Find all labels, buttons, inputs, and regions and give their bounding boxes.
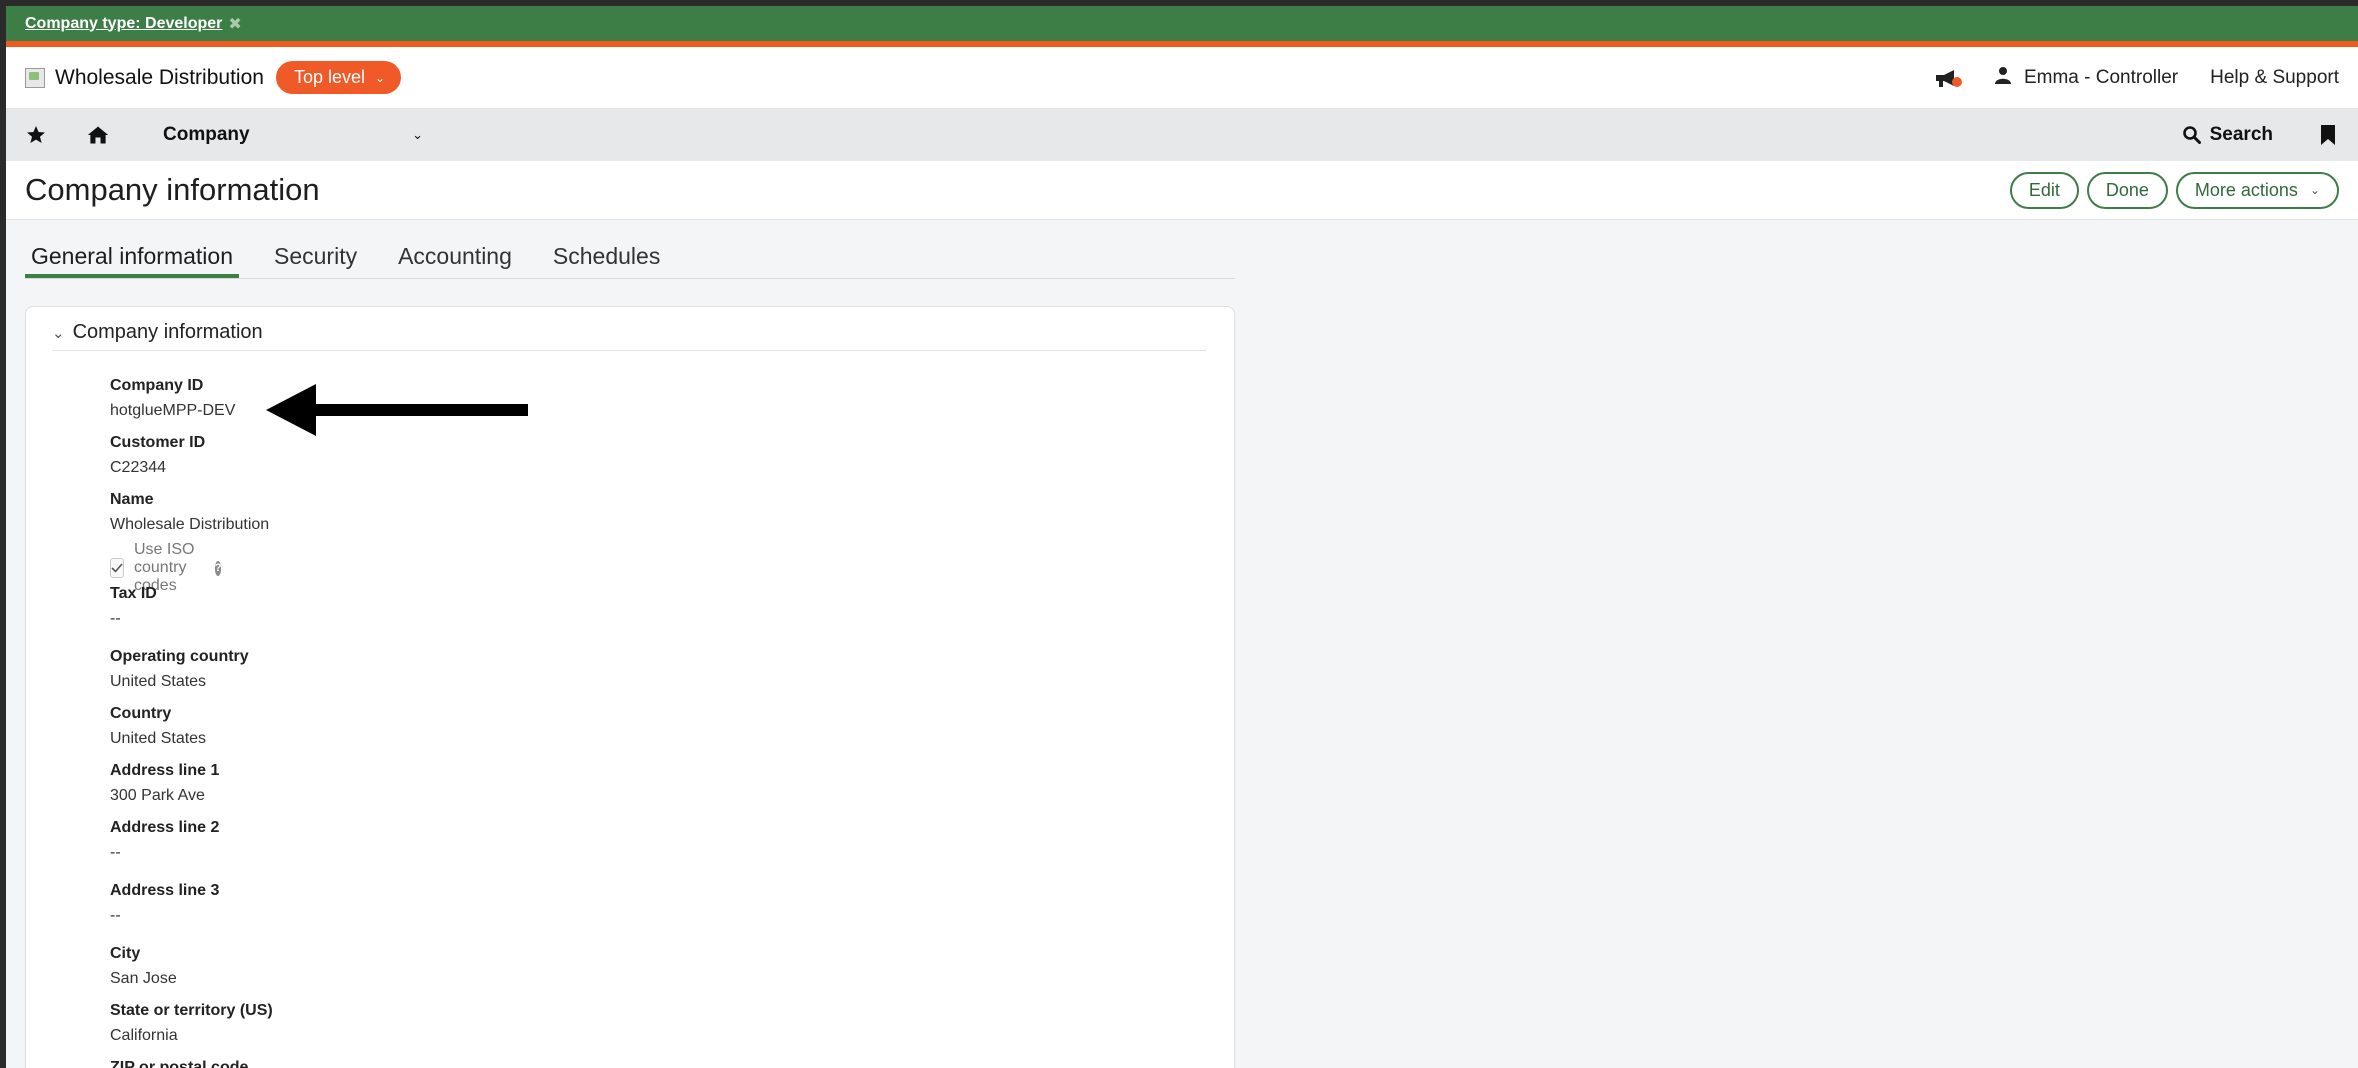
help-icon[interactable]: ? — [214, 560, 222, 576]
field-value: California — [110, 1027, 178, 1044]
field-name: Name Wholesale Distribution — [110, 491, 269, 534]
user-menu[interactable]: Emma - Controller — [1994, 66, 2178, 90]
annotation-arrow-icon — [266, 384, 528, 436]
entity-level-selector[interactable]: Top level ⌄ — [275, 61, 402, 94]
field-city: City San Jose — [110, 945, 177, 988]
field-label: Company ID — [110, 377, 204, 394]
company-type-link[interactable]: Company type: Developer — [25, 15, 222, 33]
company-information-card: ⌄ Company information Company ID hotglue… — [25, 306, 1235, 1068]
field-label: ZIP or postal code — [110, 1059, 249, 1068]
chevron-down-icon: ⌄ — [374, 70, 386, 85]
nav-bar: Company ⌄ Search — [6, 109, 2358, 161]
field-label: Address line 2 — [110, 819, 220, 836]
checkmark-icon — [111, 563, 123, 573]
company-logo-icon — [25, 67, 45, 88]
top-header: Wholesale Distribution Top level ⌄ Emma … — [6, 47, 2358, 109]
page-actions: Edit Done More actions ⌄ — [2009, 171, 2339, 209]
field-label: Customer ID — [110, 434, 206, 451]
search-icon — [2182, 126, 2201, 144]
section-header[interactable]: ⌄ Company information — [52, 321, 1206, 351]
more-actions-label: More actions — [2194, 179, 2298, 200]
nav-right: Search — [2182, 124, 2339, 146]
field-country: Country United States — [110, 705, 206, 748]
field-value: United States — [110, 730, 207, 747]
tab-security[interactable]: Security — [268, 243, 363, 278]
search-button[interactable]: Search — [2182, 124, 2273, 146]
field-state: State or territory (US) California — [110, 1002, 273, 1045]
user-name: Emma - Controller — [2023, 66, 2179, 88]
megaphone-icon[interactable] — [1934, 67, 1962, 89]
field-value: -- — [110, 907, 121, 924]
bookmark-icon[interactable] — [2317, 124, 2339, 146]
app-window: Company type: Developer ✖ Wholesale Dist… — [6, 6, 2358, 1068]
environment-banner: Company type: Developer ✖ — [6, 6, 2358, 47]
field-value: San Jose — [110, 970, 177, 987]
user-icon — [1994, 66, 2012, 90]
field-label: State or territory (US) — [110, 1002, 273, 1019]
field-label: Operating country — [110, 648, 249, 665]
page-header: Company information Edit Done More actio… — [6, 161, 2358, 220]
entity-level-label: Top level — [293, 67, 365, 87]
search-label: Search — [2209, 124, 2273, 145]
field-tax-id: Tax ID -- — [110, 585, 157, 628]
field-value: C22344 — [110, 459, 167, 476]
header-right: Emma - Controller Help & Support — [1934, 66, 2339, 90]
field-label: Address line 1 — [110, 762, 220, 779]
company-name[interactable]: Wholesale Distribution — [55, 66, 264, 90]
tab-accounting[interactable]: Accounting — [392, 243, 518, 278]
field-value: 300 Park Ave — [110, 787, 205, 804]
chevron-down-icon: ⌄ — [412, 127, 423, 142]
section-title: Company information — [72, 321, 263, 343]
home-icon[interactable] — [87, 124, 109, 146]
field-value: -- — [110, 610, 121, 627]
field-address-line-3: Address line 3 -- — [110, 882, 219, 925]
field-company-id: Company ID hotglueMPP-DEV — [110, 377, 235, 420]
field-value: -- — [110, 844, 121, 861]
field-value: Wholesale Distribution — [110, 516, 270, 533]
field-label: Name — [110, 491, 154, 508]
done-button[interactable]: Done — [2086, 171, 2168, 209]
field-zip: ZIP or postal code — [110, 1059, 248, 1068]
chevron-down-icon: ⌄ — [2309, 183, 2320, 197]
iso-country-codes-checkbox[interactable] — [110, 558, 124, 578]
field-value: United States — [110, 673, 207, 690]
field-label: Country — [110, 705, 172, 722]
edit-button[interactable]: Edit — [2009, 171, 2079, 209]
tab-schedules[interactable]: Schedules — [547, 243, 666, 278]
tab-general-information[interactable]: General information — [25, 243, 239, 278]
close-icon[interactable]: ✖ — [228, 14, 241, 34]
page-title: Company information — [25, 172, 320, 207]
field-label: City — [110, 945, 141, 962]
star-icon[interactable] — [25, 124, 47, 146]
more-actions-button[interactable]: More actions ⌄ — [2175, 171, 2339, 209]
field-value: hotglueMPP-DEV — [110, 402, 236, 419]
chevron-down-icon[interactable]: ⌄ — [52, 324, 65, 342]
tab-bar: General information Security Accounting … — [25, 232, 1235, 279]
field-address-line-1: Address line 1 300 Park Ave — [110, 762, 219, 805]
field-label: Address line 3 — [110, 882, 220, 899]
help-support-link[interactable]: Help & Support — [2210, 67, 2339, 89]
field-customer-id: Customer ID C22344 — [110, 434, 205, 477]
field-address-line-2: Address line 2 -- — [110, 819, 219, 862]
module-selector[interactable]: Company ⌄ — [163, 124, 423, 146]
field-label: Tax ID — [110, 585, 157, 602]
field-operating-country: Operating country United States — [110, 648, 249, 691]
module-label: Company — [163, 124, 250, 145]
